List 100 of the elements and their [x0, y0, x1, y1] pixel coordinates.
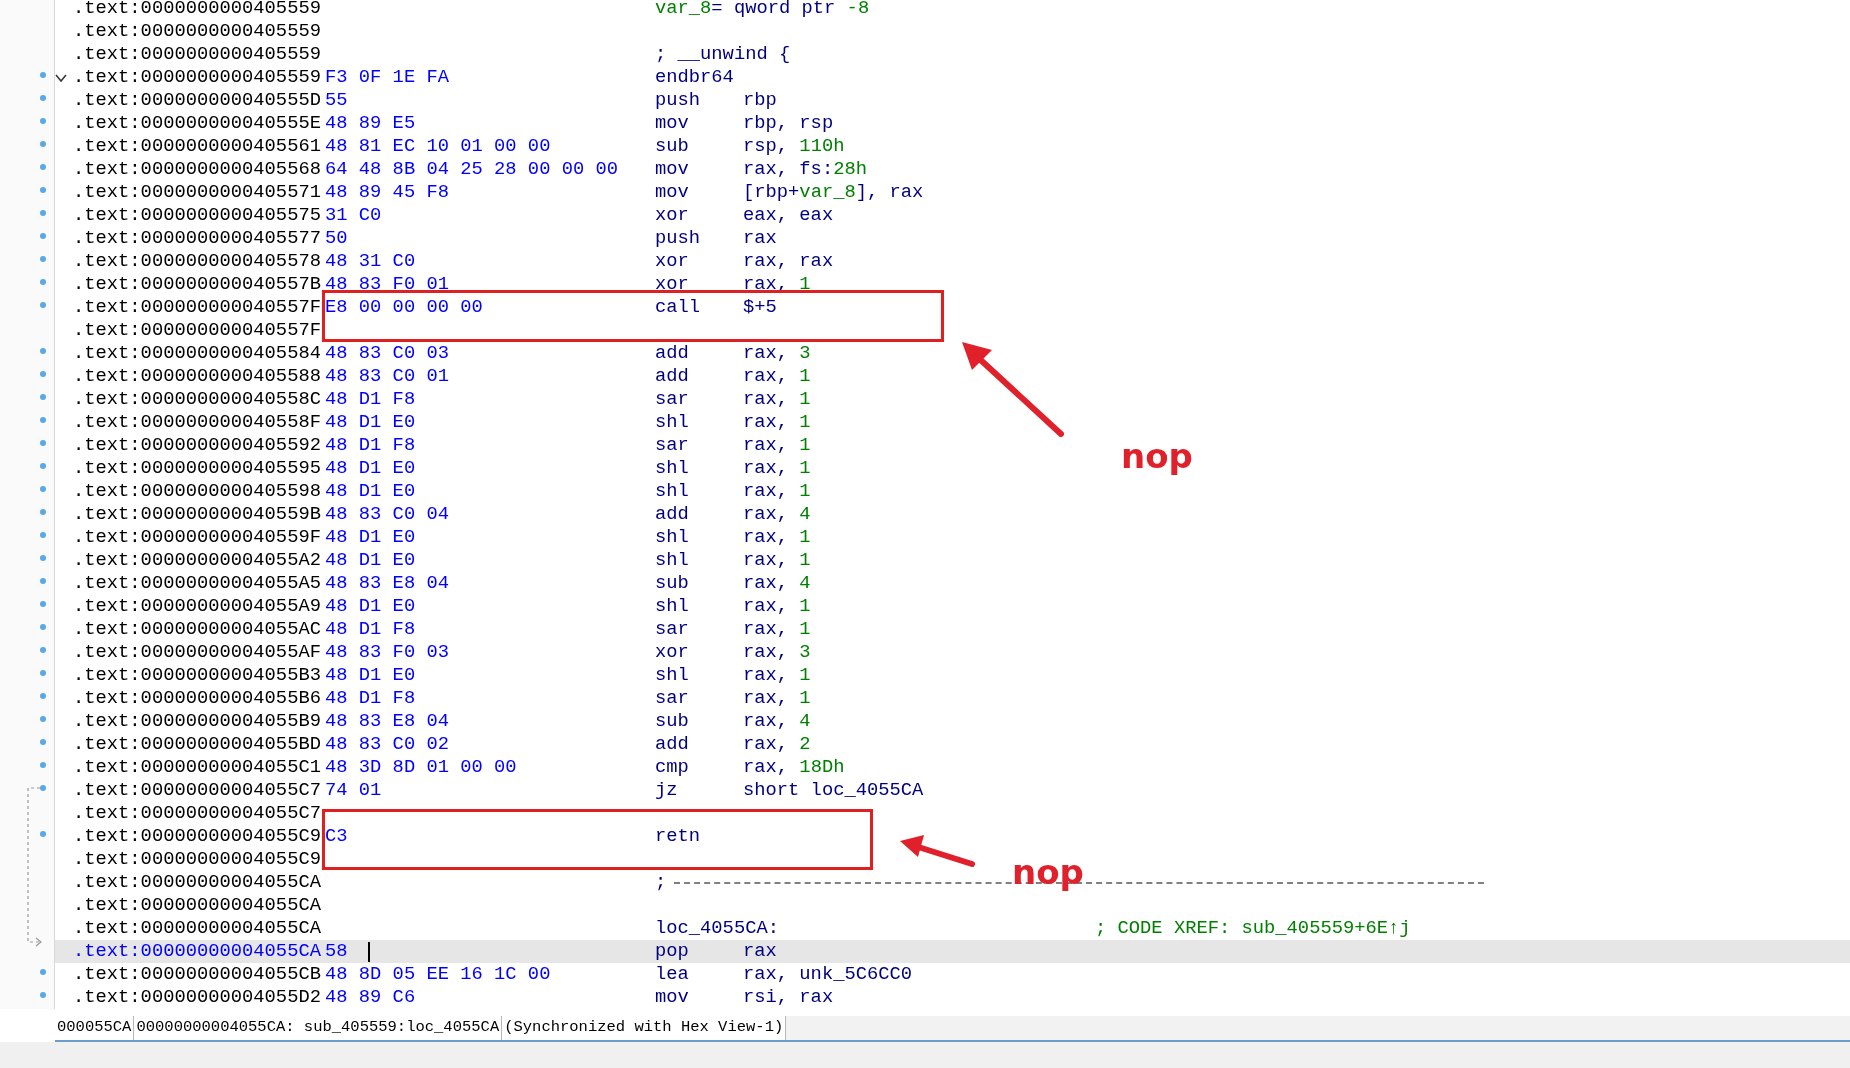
listing-row[interactable]: .text:00000000004055C7: [0, 802, 743, 825]
listing-row[interactable]: .text:0000000000405559 var_8= qword ptr -8: [0, 0, 870, 20]
address-text: .text:00000000004055C7: [73, 779, 321, 802]
operand-text: rsp, 110h: [743, 135, 845, 158]
listing-row[interactable]: .text:00000000004055CB 48 8D 05 EE 16 1C 00 lea rax, unk_5C6CC0: [0, 963, 913, 986]
listing-row[interactable]: .text:0000000000405584 48 83 C0 03 add rax, 3: [0, 342, 811, 365]
listing-row[interactable]: .text:0000000000405559 F3 0F 1E FA endbr64: [0, 66, 743, 89]
listing-row[interactable]: .text:00000000004055C9 C3 retn: [0, 825, 743, 848]
operand-text: rax, 1: [743, 480, 811, 503]
mnemonic-text: add: [655, 342, 689, 365]
operand-text: rax, 3: [743, 342, 811, 365]
listing-row[interactable]: .text:0000000000405571 48 89 45 F8 mov [rbp+var_8], rax: [0, 181, 924, 204]
address-text: .text:00000000004055CA: [73, 940, 321, 963]
listing-row[interactable]: .text:000000000040555E 48 89 E5 mov rbp, rsp: [0, 112, 834, 135]
bytes-text: 48 83 C0 02: [325, 733, 449, 756]
operand-text: rax, 1: [743, 595, 811, 618]
listing-row[interactable]: .text:00000000004055A9 48 D1 E0 shl rax, 1: [0, 595, 811, 618]
listing-row[interactable]: .text:000000000040558F 48 D1 E0 shl rax, 1: [0, 411, 811, 434]
annotation-label: nop: [1121, 439, 1193, 473]
address-text: .text:00000000004055BD: [73, 733, 321, 756]
listing-row[interactable]: .text:00000000004055CA loc_4055CA: ; CODE XREF: sub_405559+6E↑j: [0, 917, 1411, 940]
listing-row[interactable]: .text:000000000040557F E8 00 00 00 00 call $+5: [0, 296, 777, 319]
operand-text: rax, 1: [743, 411, 811, 434]
bytes-text: 48 D1 E0: [325, 411, 416, 434]
operand-text: rax, 1: [743, 388, 811, 411]
listing-row[interactable]: .text:0000000000405598 48 D1 E0 shl rax, 1: [0, 480, 811, 503]
bytes-text: F3 0F 1E FA: [325, 66, 449, 89]
listing-row[interactable]: .text:0000000000405559 ; __unwind {: [0, 43, 791, 66]
address-text: .text:00000000004055CA: [73, 894, 321, 917]
listing-row[interactable]: .text:0000000000405575 31 C0 xor eax, eax: [0, 204, 834, 227]
address-text: .text:000000000040559F: [73, 526, 321, 549]
listing-row[interactable]: .text:00000000004055BD 48 83 C0 02 add rax, 2: [0, 733, 811, 756]
bytes-text: 48 D1 E0: [325, 457, 416, 480]
listing-row[interactable]: .text:0000000000405561 48 81 EC 10 01 00 00 sub rsp, 110h: [0, 135, 845, 158]
listing-row[interactable]: .text:0000000000405592 48 D1 F8 sar rax, 1: [0, 434, 811, 457]
operand-text: short loc_4055CA: [743, 779, 924, 802]
listing-row[interactable]: .text:00000000004055A2 48 D1 E0 shl rax, 1: [0, 549, 811, 572]
listing-row[interactable]: .text:00000000004055C1 48 3D 8D 01 00 00 cmp rax, 18Dh: [0, 756, 845, 779]
listing-row[interactable]: .text:000000000040558C 48 D1 F8 sar rax, 1: [0, 388, 811, 411]
bytes-text: 48 31 C0: [325, 250, 416, 273]
listing-row[interactable]: .text:000000000040557F: [0, 319, 743, 342]
bytes-text: 48 89 45 F8: [325, 181, 449, 204]
listing-row[interactable]: .text:00000000004055AF 48 83 F0 03 xor rax, 3: [0, 641, 811, 664]
listing-row[interactable]: .text:000000000040555D 55 push rbp: [0, 89, 777, 112]
listing-row[interactable]: .text:00000000004055B3 48 D1 E0 shl rax, 1: [0, 664, 811, 687]
chevron-icon[interactable]: [55, 72, 67, 83]
mnemonic-text: mov: [655, 181, 689, 204]
listing-row[interactable]: .text:00000000004055CA: [0, 894, 743, 917]
listing-row[interactable]: .text:0000000000405559: [0, 20, 743, 43]
operand-text: rax, 4: [743, 710, 811, 733]
listing-row[interactable]: .text:00000000004055CA ;: [0, 871, 743, 894]
listing-row[interactable]: .text:00000000004055B9 48 83 E8 04 sub rax, 4: [0, 710, 811, 733]
listing-row[interactable]: .text:000000000040557B 48 83 F0 01 xor rax, 1: [0, 273, 811, 296]
listing-row[interactable]: .text:00000000004055C9: [0, 848, 743, 871]
address-text: .text:0000000000405588: [73, 365, 321, 388]
listing-row[interactable]: .text:00000000004055B6 48 D1 F8 sar rax, 1: [0, 687, 811, 710]
listing-row[interactable]: .text:00000000004055D2 48 89 C6 mov rsi, rax: [0, 986, 834, 1009]
mnemonic-text: shl: [655, 664, 689, 687]
address-text: .text:00000000004055CA: [73, 917, 321, 940]
operand-text: rax, 1: [743, 549, 811, 572]
operand-text: rax, 1: [743, 434, 811, 457]
mnemonic-text: shl: [655, 457, 689, 480]
listing-row[interactable]: .text:00000000004055AC 48 D1 F8 sar rax, 1: [0, 618, 811, 641]
mnemonic-text: pop: [655, 940, 689, 963]
operand-text: $+5: [743, 296, 777, 319]
annotation-label: nop: [1012, 855, 1084, 889]
bytes-text: C3: [325, 825, 348, 848]
bytes-text: 48 D1 E0: [325, 526, 416, 549]
comment-text: ; __unwind {: [655, 43, 791, 66]
address-text: .text:00000000004055D2: [73, 986, 321, 1009]
listing-row[interactable]: .text:0000000000405577 50 push rax: [0, 227, 777, 250]
address-text: .text:0000000000405559: [73, 43, 321, 66]
address-text: .text:000000000040558F: [73, 411, 321, 434]
mnemonic-text: sar: [655, 388, 689, 411]
mnemonic-text: xor: [655, 273, 689, 296]
mnemonic-text: sar: [655, 687, 689, 710]
bytes-text: 48 D1 F8: [325, 388, 416, 411]
listing-row[interactable]: .text:000000000040559F 48 D1 E0 shl rax, 1: [0, 526, 811, 549]
mnemonic-text: cmp: [655, 756, 689, 779]
listing-row[interactable]: .text:0000000000405588 48 83 C0 01 add rax, 1: [0, 365, 811, 388]
xref-comment[interactable]: ; CODE XREF: sub_405559+6E↑j: [1095, 917, 1411, 940]
address-text: .text:00000000004055C7: [73, 802, 321, 825]
listing-row[interactable]: .text:00000000004055C7 74 01 jz short loc_4055CA: [0, 779, 924, 802]
listing-row[interactable]: .text:0000000000405578 48 31 C0 xor rax, rax: [0, 250, 834, 273]
address-text: .text:000000000040555D: [73, 89, 321, 112]
listing-row[interactable]: .text:0000000000405595 48 D1 E0 shl rax, 1: [0, 457, 811, 480]
listing-row[interactable]: .text:000000000040559B 48 83 C0 04 add rax, 4: [0, 503, 811, 526]
mnemonic-text: endbr64: [655, 66, 734, 89]
bytes-text: 74 01: [325, 779, 382, 802]
mnemonic-text: sar: [655, 618, 689, 641]
operand-text: rax, 1: [743, 365, 811, 388]
address-text: .text:000000000040557B: [73, 273, 321, 296]
listing-row[interactable]: .text:00000000004055A5 48 83 E8 04 sub rax, 4: [0, 572, 811, 595]
address-text: .text:00000000004055CA: [73, 871, 321, 894]
bytes-text: 50: [325, 227, 348, 250]
listing-row[interactable]: .text:00000000004055CA 58 pop rax: [0, 940, 1850, 963]
address-text: .text:000000000040557F: [73, 296, 321, 319]
listing-row[interactable]: .text:0000000000405568 64 48 8B 04 25 28 00 00 00 mov rax, fs:28h: [0, 158, 867, 181]
address-text: .text:00000000004055B6: [73, 687, 321, 710]
operand-text: rax: [743, 940, 777, 963]
